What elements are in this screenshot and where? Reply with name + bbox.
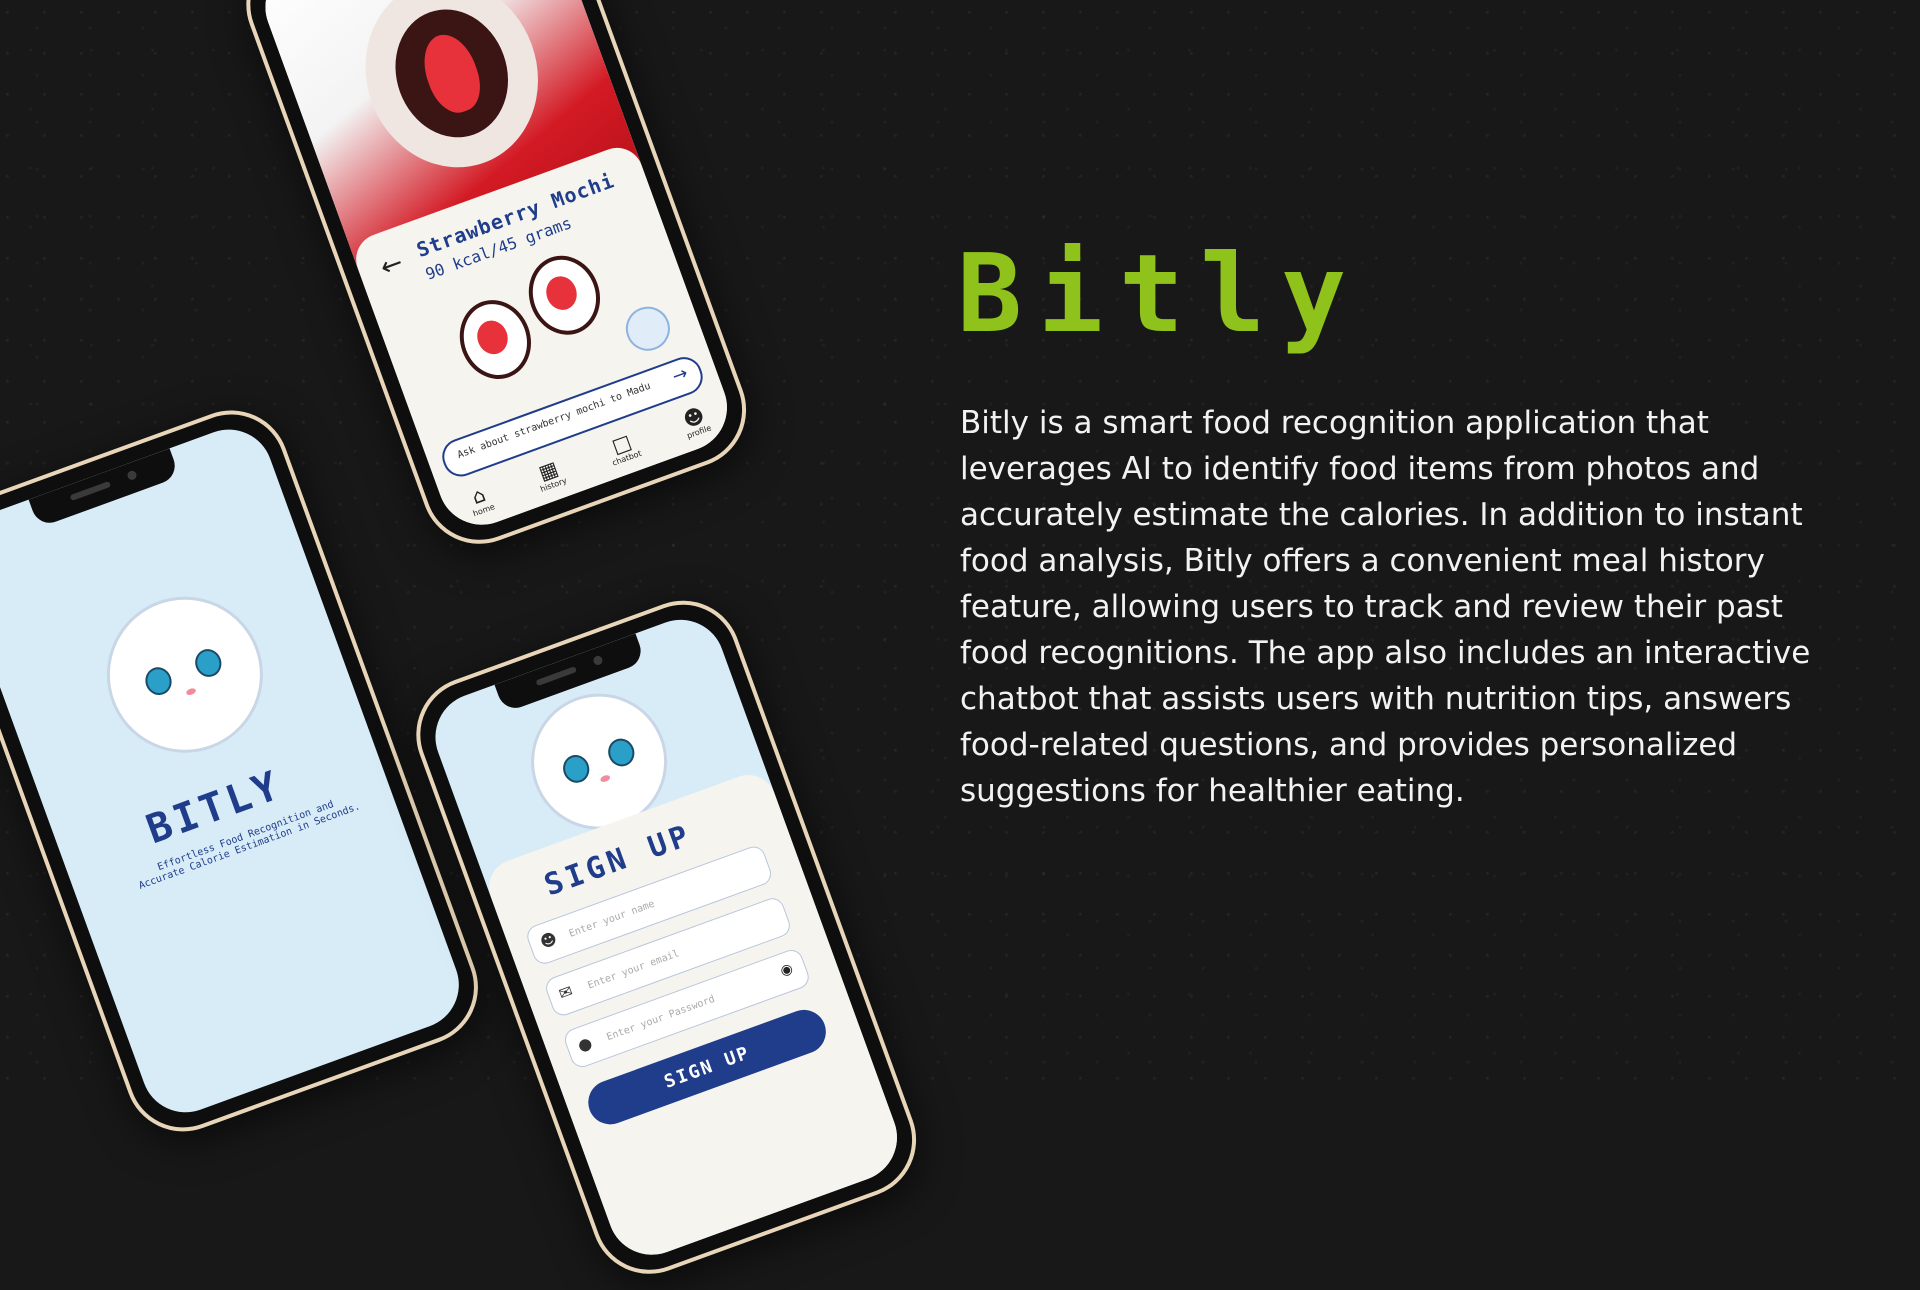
mascot-avatar	[619, 300, 677, 357]
nav-item-profile[interactable]: ☻ profile	[678, 402, 722, 468]
lock-icon: ●	[574, 1032, 595, 1056]
mochi-thumbnail	[448, 289, 542, 390]
mochi-thumbnail	[517, 245, 611, 345]
mochi-image	[339, 0, 565, 192]
nav-item-history[interactable]: ▦ history	[532, 455, 578, 521]
user-icon: ☻	[537, 928, 560, 952]
cat-mascot-image	[84, 574, 285, 775]
slide-title: Bitly	[957, 232, 1363, 357]
slide-description: Bitly is a smart food recognition applic…	[960, 405, 1811, 809]
nav-item-chatbot[interactable]: □ chatbot	[603, 428, 652, 495]
arrow-right-icon[interactable]: →	[669, 363, 690, 388]
arrow-left-icon[interactable]: ←	[376, 248, 407, 284]
nav-item-home[interactable]: ⌂ home	[464, 481, 506, 537]
mail-icon: ✉	[556, 981, 576, 1004]
